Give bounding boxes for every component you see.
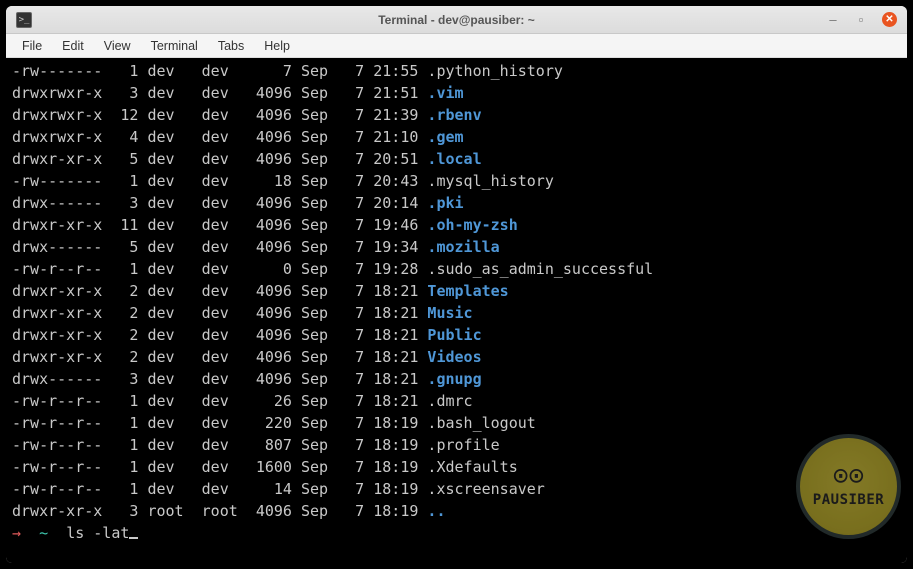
filename: .mysql_history <box>427 172 553 190</box>
filename: .gem <box>427 128 463 146</box>
close-button[interactable]: ✕ <box>882 12 897 27</box>
prompt-line[interactable]: → ~ ls -lat <box>12 522 901 544</box>
logo-text: PAUSIBER <box>813 489 884 511</box>
listing-row: drwxr-xr-x 2 dev dev 4096 Sep 7 18:21 Vi… <box>12 346 901 368</box>
titlebar[interactable]: >_ Terminal - dev@pausiber: ~ – ▫ ✕ <box>6 6 907 34</box>
owl-icon: ⊙⊙ <box>833 463 864 489</box>
filename: .local <box>427 150 481 168</box>
listing-row: drwxr-xr-x 2 dev dev 4096 Sep 7 18:21 Te… <box>12 280 901 302</box>
maximize-button[interactable]: ▫ <box>854 13 868 27</box>
filename: .oh-my-zsh <box>427 216 517 234</box>
menu-help[interactable]: Help <box>256 37 298 55</box>
listing-row: drwxrwxr-x 3 dev dev 4096 Sep 7 21:51 .v… <box>12 82 901 104</box>
menubar: File Edit View Terminal Tabs Help <box>6 34 907 58</box>
minimize-button[interactable]: – <box>826 13 840 27</box>
listing-row: drwxrwxr-x 12 dev dev 4096 Sep 7 21:39 .… <box>12 104 901 126</box>
filename: .python_history <box>427 62 562 80</box>
listing-row: -rw------- 1 dev dev 18 Sep 7 20:43 .mys… <box>12 170 901 192</box>
terminal-icon: >_ <box>16 12 32 28</box>
window-controls: – ▫ ✕ <box>826 12 897 27</box>
listing-row: -rw-r--r-- 1 dev dev 0 Sep 7 19:28 .sudo… <box>12 258 901 280</box>
terminal-window: >_ Terminal - dev@pausiber: ~ – ▫ ✕ File… <box>6 6 907 563</box>
menu-view[interactable]: View <box>96 37 139 55</box>
listing-row: -rw-r--r-- 1 dev dev 220 Sep 7 18:19 .ba… <box>12 412 901 434</box>
filename: Public <box>427 326 481 344</box>
terminal-output[interactable]: -rw------- 1 dev dev 7 Sep 7 21:55 .pyth… <box>6 58 907 563</box>
filename: Music <box>427 304 472 322</box>
filename: .. <box>427 502 445 520</box>
filename: Videos <box>427 348 481 366</box>
prompt-command: ls -lat <box>66 524 129 542</box>
filename: .sudo_as_admin_successful <box>427 260 653 278</box>
menu-terminal[interactable]: Terminal <box>143 37 206 55</box>
listing-row: drwxr-xr-x 2 dev dev 4096 Sep 7 18:21 Mu… <box>12 302 901 324</box>
filename: .vim <box>427 84 463 102</box>
filename: .pki <box>427 194 463 212</box>
listing-row: -rw------- 1 dev dev 7 Sep 7 21:55 .pyth… <box>12 60 901 82</box>
listing-row: drwxr-xr-x 5 dev dev 4096 Sep 7 20:51 .l… <box>12 148 901 170</box>
listing-row: -rw-r--r-- 1 dev dev 26 Sep 7 18:21 .dmr… <box>12 390 901 412</box>
listing-row: -rw-r--r-- 1 dev dev 14 Sep 7 18:19 .xsc… <box>12 478 901 500</box>
filename: .dmrc <box>427 392 472 410</box>
filename: .rbenv <box>427 106 481 124</box>
window-title: Terminal - dev@pausiber: ~ <box>378 13 535 27</box>
listing-row: -rw-r--r-- 1 dev dev 807 Sep 7 18:19 .pr… <box>12 434 901 456</box>
listing-row: drwx------ 3 dev dev 4096 Sep 7 18:21 .g… <box>12 368 901 390</box>
listing-row: drwx------ 5 dev dev 4096 Sep 7 19:34 .m… <box>12 236 901 258</box>
listing-row: drwx------ 3 dev dev 4096 Sep 7 20:14 .p… <box>12 192 901 214</box>
listing-row: drwxr-xr-x 2 dev dev 4096 Sep 7 18:21 Pu… <box>12 324 901 346</box>
filename: .xscreensaver <box>427 480 544 498</box>
listing-row: -rw-r--r-- 1 dev dev 1600 Sep 7 18:19 .X… <box>12 456 901 478</box>
filename: .profile <box>427 436 499 454</box>
filename: .mozilla <box>427 238 499 256</box>
prompt-arrow: → <box>12 524 21 542</box>
pausiber-logo: ⊙⊙ PAUSIBER <box>796 434 901 539</box>
cursor <box>129 537 138 539</box>
prompt-tilde: ~ <box>39 524 48 542</box>
filename: Templates <box>427 282 508 300</box>
filename: .bash_logout <box>427 414 535 432</box>
menu-edit[interactable]: Edit <box>54 37 92 55</box>
filename: .gnupg <box>427 370 481 388</box>
listing-row: drwxrwxr-x 4 dev dev 4096 Sep 7 21:10 .g… <box>12 126 901 148</box>
menu-file[interactable]: File <box>14 37 50 55</box>
filename: .Xdefaults <box>427 458 517 476</box>
listing-row: drwxr-xr-x 11 dev dev 4096 Sep 7 19:46 .… <box>12 214 901 236</box>
listing-row: drwxr-xr-x 3 root root 4096 Sep 7 18:19 … <box>12 500 901 522</box>
menu-tabs[interactable]: Tabs <box>210 37 252 55</box>
